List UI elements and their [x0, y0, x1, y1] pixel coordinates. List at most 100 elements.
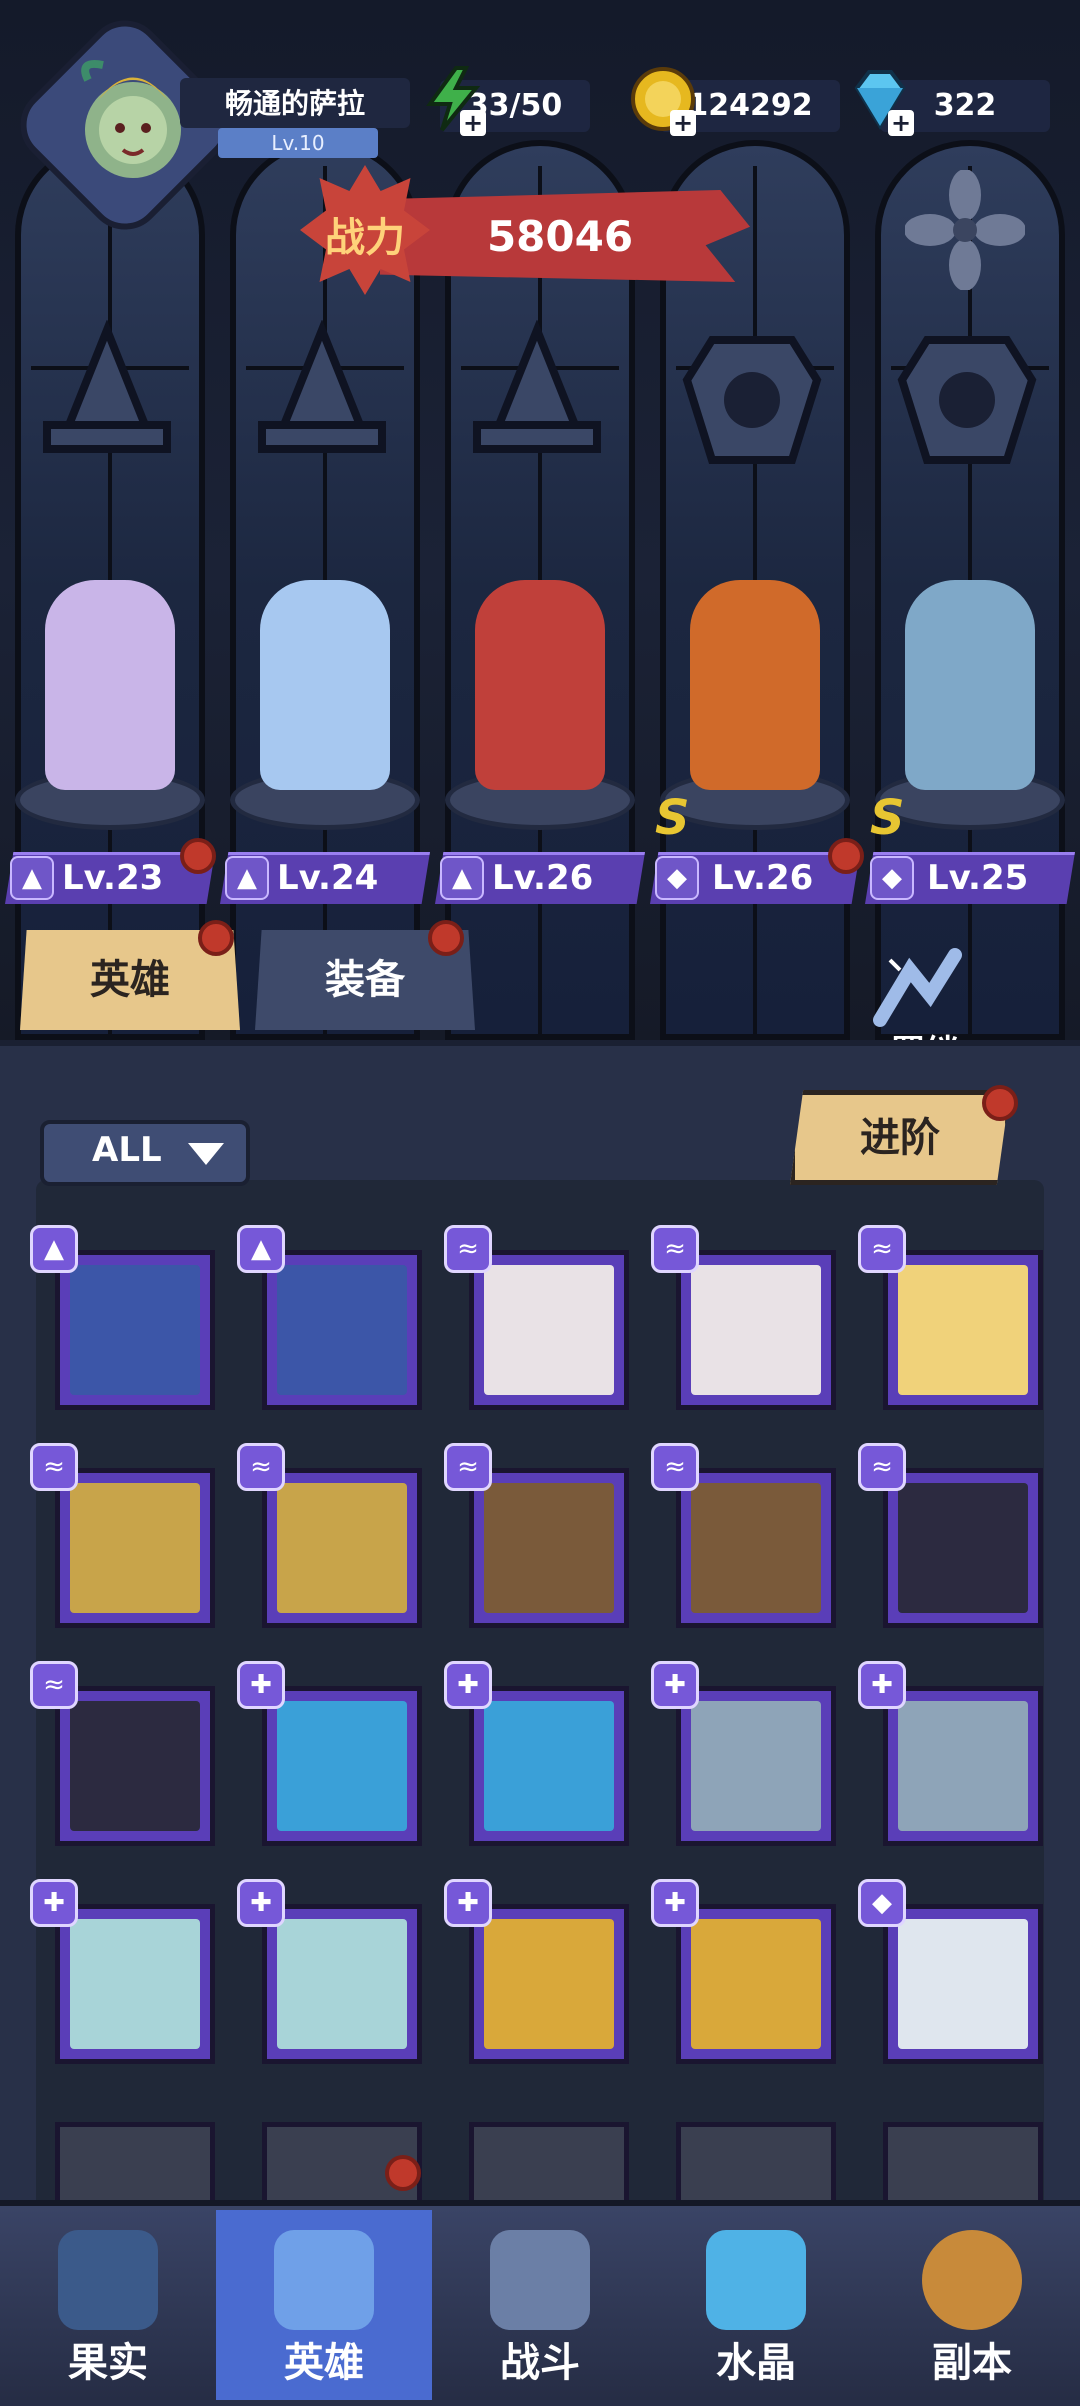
hero-card[interactable] — [262, 1468, 422, 1628]
hero-figure[interactable] — [45, 580, 175, 790]
hero-portrait — [484, 1919, 614, 2049]
wing-icon: ≈ — [444, 1443, 492, 1491]
hero-portrait — [691, 1483, 821, 1613]
hero-card[interactable] — [469, 1686, 629, 1846]
wing-icon: ≈ — [30, 1443, 78, 1491]
hero-card[interactable] — [55, 1468, 215, 1628]
beast-class-emblem-icon — [682, 336, 822, 464]
hero-portrait — [70, 1919, 200, 2049]
hero-figure[interactable] — [690, 580, 820, 790]
hero-card[interactable] — [676, 1686, 836, 1846]
beast-claw-icon: ◆ — [870, 856, 914, 900]
nav-item-crystal[interactable]: 水晶 — [648, 2210, 864, 2400]
wrench-icon: ✚ — [651, 1879, 699, 1927]
hero-slot[interactable] — [5, 540, 215, 840]
hero-portrait — [484, 1483, 614, 1613]
battle-icon — [490, 2230, 590, 2330]
mage-hat-icon: ▲ — [440, 856, 484, 900]
hero-portrait — [898, 1701, 1028, 1831]
nav-item-battle[interactable]: 战斗 — [432, 2210, 648, 2400]
hero-card[interactable] — [676, 1468, 836, 1628]
nav-label: 果实 — [68, 2340, 148, 2386]
wrench-icon: ✚ — [444, 1661, 492, 1709]
gem-value: 322 — [933, 88, 997, 123]
hero-card[interactable] — [469, 1468, 629, 1628]
hero-portrait — [277, 1483, 407, 1613]
nav-item-fruit[interactable]: 果实 — [0, 2210, 216, 2400]
hero-level: Lv.26 — [712, 858, 814, 898]
nav-item-heroes[interactable]: 英雄 — [216, 2210, 432, 2400]
hero-portrait — [277, 1919, 407, 2049]
filter-label[interactable]: ALL — [92, 1130, 162, 1170]
hero-card[interactable] — [262, 1250, 422, 1410]
notification-dot — [198, 920, 234, 956]
wrench-icon: ✚ — [651, 1661, 699, 1709]
hero-icon — [274, 2230, 374, 2330]
hero-card[interactable] — [55, 1686, 215, 1846]
hero-card[interactable] — [55, 1904, 215, 2064]
hero-card[interactable] — [469, 1250, 629, 1410]
hero-card[interactable] — [883, 1250, 1043, 1410]
nav-label: 战斗 — [500, 2340, 580, 2386]
mage-class-emblem-icon — [258, 320, 386, 453]
hero-card[interactable] — [469, 1904, 629, 2064]
chevron-down-icon[interactable] — [188, 1143, 224, 1165]
nav-label: 水晶 — [716, 2340, 796, 2386]
hero-figure[interactable] — [475, 580, 605, 790]
notification-dot — [982, 1085, 1018, 1121]
mage-hat-icon: ▲ — [10, 856, 54, 900]
beast-claw-icon: ◆ — [858, 1879, 906, 1927]
mage-class-emblem-icon — [473, 320, 601, 453]
hero-card[interactable] — [676, 1904, 836, 2064]
mage-hat-icon: ▲ — [225, 856, 269, 900]
wing-icon: ≈ — [444, 1225, 492, 1273]
player-level: Lv.10 — [218, 128, 378, 158]
hero-portrait — [70, 1483, 200, 1613]
wing-icon: ≈ — [651, 1225, 699, 1273]
hero-figure[interactable] — [905, 580, 1035, 790]
beast-claw-icon: ◆ — [655, 856, 699, 900]
hero-slot[interactable] — [435, 540, 645, 840]
power-value: 58046 — [486, 212, 634, 261]
add-gold-button[interactable]: + — [670, 110, 696, 136]
wrench-icon: ✚ — [237, 1661, 285, 1709]
hero-portrait — [898, 1265, 1028, 1395]
hero-card[interactable] — [883, 1686, 1043, 1846]
gold-value: 124292 — [687, 88, 813, 123]
advance-button-label[interactable]: 进阶 — [790, 1105, 1010, 1163]
hero-card[interactable] — [262, 1904, 422, 2064]
hero-figure[interactable] — [260, 580, 390, 790]
mage-class-emblem-icon — [43, 320, 171, 453]
wing-icon: ≈ — [237, 1443, 285, 1491]
hero-portrait — [70, 1265, 200, 1395]
hero-slot[interactable] — [220, 540, 430, 840]
hero-portrait — [484, 1701, 614, 1831]
hero-card[interactable] — [676, 1250, 836, 1410]
rank-badge: S — [655, 790, 690, 846]
notification-dot — [828, 838, 864, 874]
hero-portrait — [70, 1701, 200, 1831]
mage-hat-icon: ▲ — [30, 1225, 78, 1273]
add-gems-button[interactable]: + — [888, 110, 914, 136]
dungeon-icon — [922, 2230, 1022, 2330]
hero-portrait — [691, 1919, 821, 2049]
power-label: 战力 — [325, 215, 405, 261]
fruit-icon — [58, 2230, 158, 2330]
hero-portrait — [691, 1701, 821, 1831]
hero-level: Lv.23 — [62, 858, 164, 898]
wrench-icon: ✚ — [444, 1879, 492, 1927]
hero-card[interactable] — [55, 1250, 215, 1410]
wing-icon: ≈ — [30, 1661, 78, 1709]
mage-hat-icon: ▲ — [237, 1225, 285, 1273]
nav-item-dungeon[interactable]: 副本 — [864, 2210, 1080, 2400]
hero-card[interactable] — [262, 1686, 422, 1846]
beast-class-emblem-icon — [897, 336, 1037, 464]
hero-card[interactable] — [883, 1468, 1043, 1628]
nav-label: 副本 — [932, 2340, 1012, 2386]
wing-icon: ≈ — [651, 1443, 699, 1491]
add-stamina-button[interactable]: + — [460, 110, 486, 136]
hero-portrait — [691, 1265, 821, 1395]
hero-card[interactable] — [883, 1904, 1043, 2064]
flower-ornament-icon — [905, 170, 1025, 290]
hero-level: Lv.26 — [492, 858, 594, 898]
